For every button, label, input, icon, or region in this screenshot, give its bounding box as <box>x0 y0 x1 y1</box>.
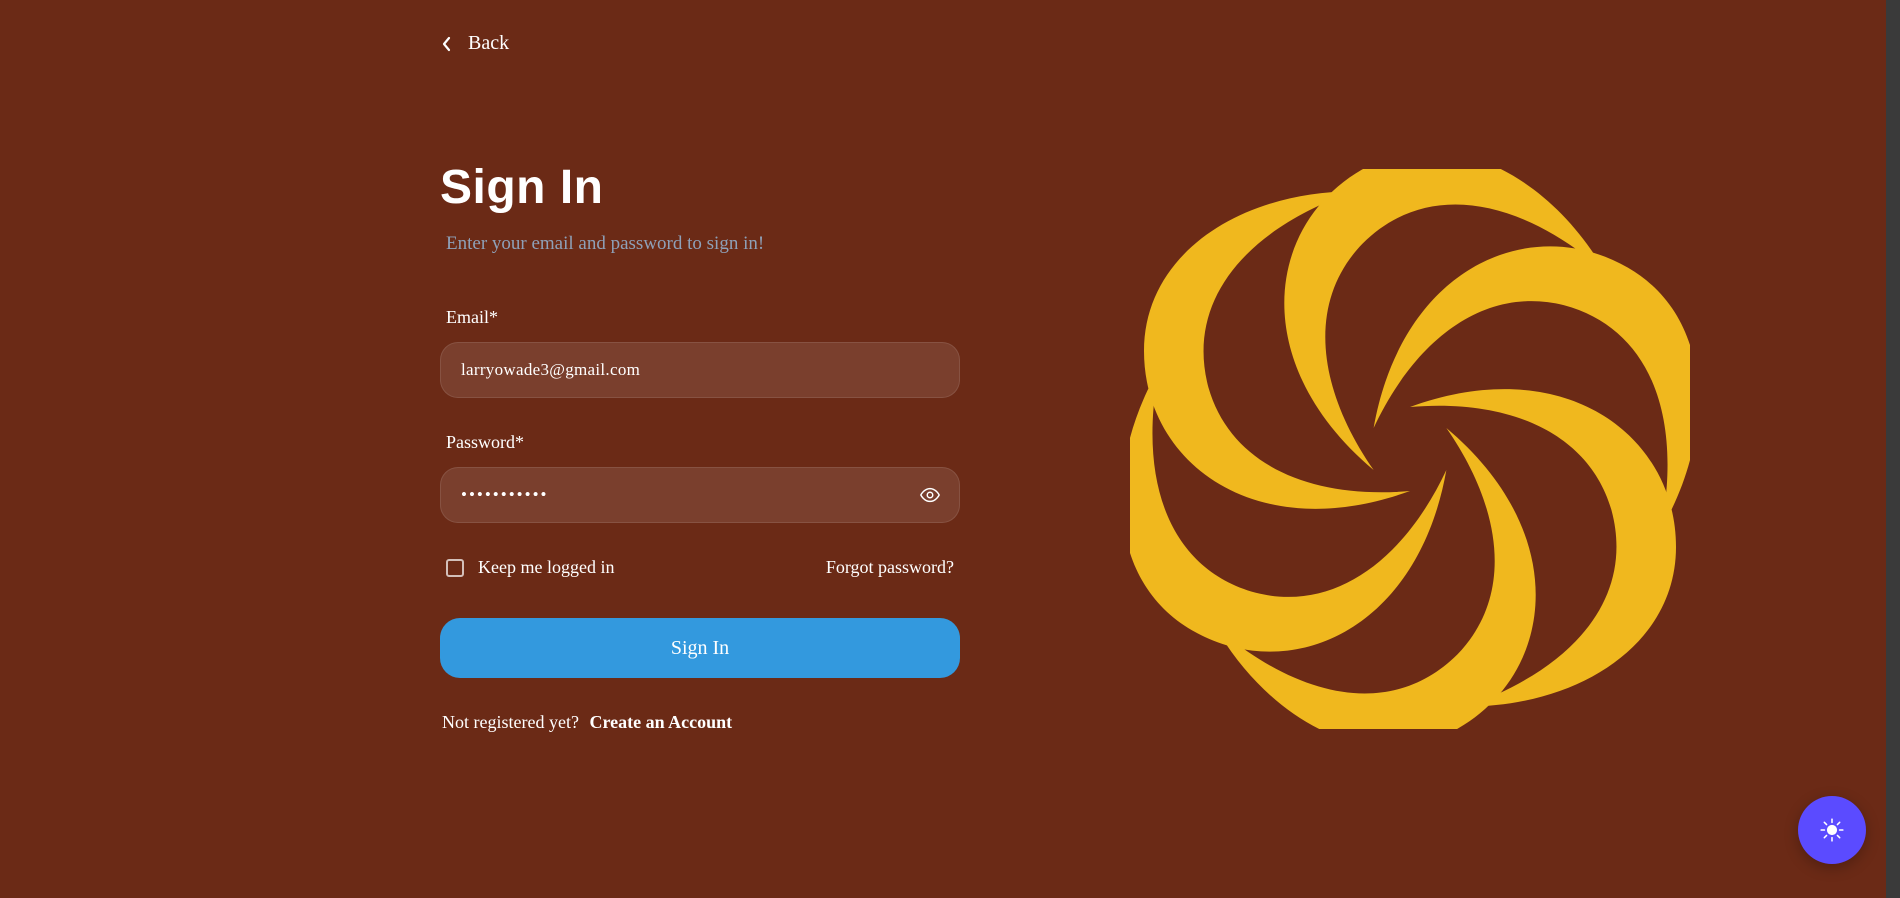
email-label: Email* <box>446 307 960 328</box>
scrollbar-track <box>1886 0 1900 898</box>
sun-icon <box>1819 817 1845 843</box>
password-label: Password* <box>446 432 960 453</box>
sign-in-form: Sign In Enter your email and password to… <box>440 160 960 733</box>
theme-toggle-button[interactable] <box>1798 796 1866 864</box>
back-link[interactable]: Back <box>440 32 509 55</box>
page-subtitle: Enter your email and password to sign in… <box>446 233 960 255</box>
chevron-left-icon <box>440 37 454 51</box>
toggle-password-visibility[interactable] <box>916 481 944 509</box>
keep-logged-in-checkbox[interactable] <box>446 559 464 577</box>
register-prompt-line: Not registered yet? Create an Account <box>442 712 960 733</box>
page-title: Sign In <box>440 160 960 215</box>
password-field[interactable] <box>440 467 960 523</box>
swirl-logo <box>1130 169 1690 729</box>
register-prompt: Not registered yet? <box>442 712 579 732</box>
eye-icon <box>919 484 941 506</box>
forgot-password-link[interactable]: Forgot password? <box>826 557 954 578</box>
keep-logged-in-label: Keep me logged in <box>478 557 614 578</box>
email-field[interactable] <box>440 342 960 398</box>
back-label: Back <box>468 32 509 55</box>
create-account-link[interactable]: Create an Account <box>589 712 732 732</box>
sign-in-button[interactable]: Sign In <box>440 618 960 678</box>
